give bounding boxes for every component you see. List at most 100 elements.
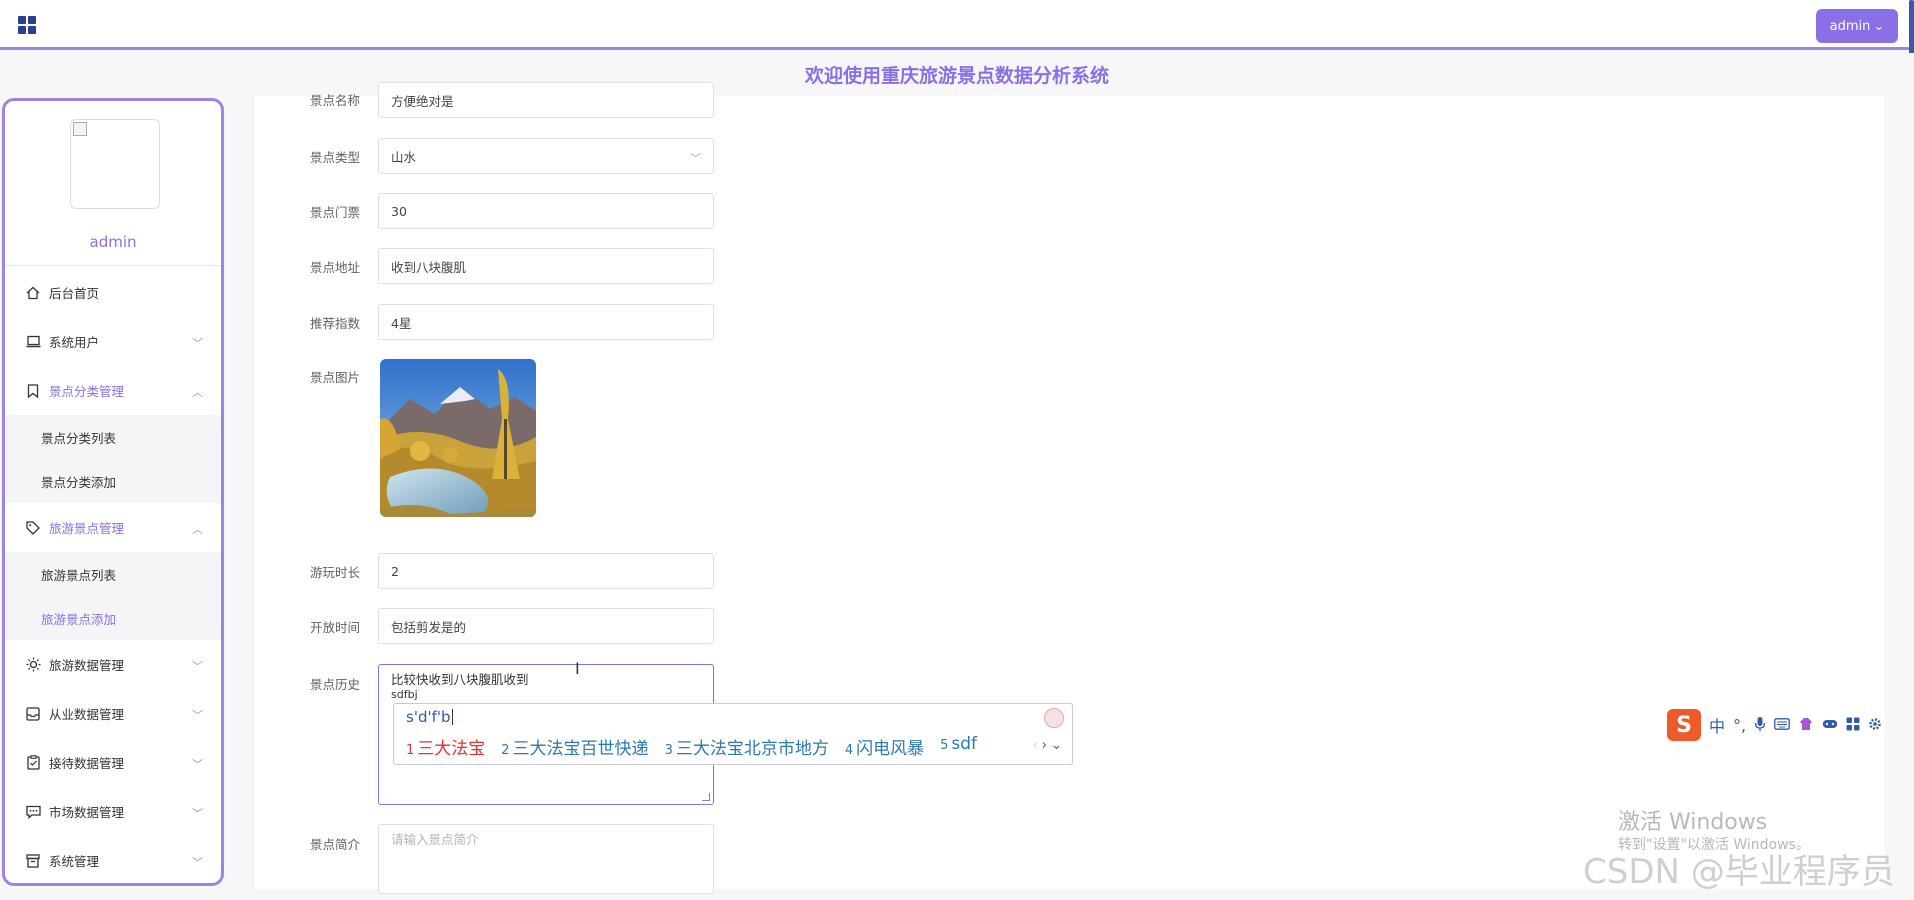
microphone-icon[interactable] (1754, 716, 1766, 735)
address-input[interactable]: 收到八块腹肌 (378, 248, 714, 284)
ime-candidates: 1 三大法宝 2 三大法宝百世快递 3 三大法宝北京市地方 4 闪电风暴 5 sdf (406, 734, 977, 759)
sidebar-item-system-users[interactable]: 系统用户 ﹀ (5, 317, 221, 366)
chevron-down-icon: ﹀ (192, 660, 203, 673)
top-bar: admin ⌄ (0, 0, 1914, 50)
chevron-down-icon[interactable]: ⌄ (1051, 738, 1062, 753)
sidebar-item-category-mgmt[interactable]: 景点分类管理 ︿ (5, 366, 221, 415)
spot-type-select[interactable]: 山水 ﹀ (378, 138, 714, 174)
ime-page-arrows[interactable]: ‹ › ⌄ (1032, 738, 1062, 753)
field-label: 景点类型 (309, 150, 360, 165)
sidebar-username: admin (89, 233, 137, 251)
sidebar-item-system-mgmt[interactable]: 系统管理 ﹀ (5, 836, 221, 883)
chevron-right-icon[interactable]: › (1042, 738, 1047, 753)
keyboard-icon[interactable] (1774, 717, 1790, 733)
sidebar-item-label: 市场数据管理 (49, 805, 125, 820)
chevron-down-icon: ﹀ (690, 152, 701, 165)
input-value: 方便绝对是 (391, 93, 454, 109)
sidebar-subitem-spot-list[interactable]: 旅游景点列表 (5, 552, 221, 596)
spot-image-upload[interactable] (380, 359, 536, 517)
sidebar-menu: 后台首页 系统用户 ﹀ 景点分类管理 ︿ 景点分类列表 景点分类添加 旅游景点管… (5, 268, 221, 883)
field-label: 游玩时长 (309, 565, 360, 580)
field-label: 景点门票 (309, 205, 360, 220)
textarea-line: sdfbj (391, 688, 418, 701)
menu-grid-icon[interactable] (18, 16, 36, 34)
chevron-down-icon: ﹀ (192, 337, 203, 350)
spot-name-input[interactable]: 方便绝对是 (378, 82, 714, 118)
field-label: 开放时间 (309, 620, 360, 635)
landscape-photo (380, 359, 536, 517)
chevron-down-icon: ﹀ (192, 709, 203, 722)
submenu-category: 景点分类列表 景点分类添加 (5, 415, 221, 503)
avatar (70, 119, 160, 209)
sidebar-subitem-spot-add[interactable]: 旅游景点添加 (5, 596, 221, 640)
input-value: 2 (391, 563, 399, 579)
laptop-icon (25, 334, 41, 350)
ime-toolbar: S 中 °, (1667, 709, 1914, 741)
chat-icon (25, 804, 41, 820)
home-icon (25, 285, 41, 301)
sogou-logo[interactable]: S (1667, 709, 1701, 741)
skin-icon[interactable] (1798, 716, 1814, 735)
field-label: 景点地址 (309, 260, 360, 275)
main-content: 景点名称 方便绝对是 景点类型 山水 ﹀ 景点门票 30 景点地址 收到八块腹肌… (253, 82, 1885, 894)
bookmark-icon (25, 383, 41, 399)
resize-handle-icon[interactable] (702, 793, 710, 801)
input-value: 收到八块腹肌 (391, 259, 467, 275)
sidebar-subitem-category-list[interactable]: 景点分类列表 (5, 415, 221, 459)
archive-icon (25, 853, 41, 869)
settings-icon[interactable] (1868, 717, 1882, 734)
chevron-down-icon: ﹀ (192, 807, 203, 820)
csdn-watermark: CSDN @毕业程序员 (1583, 852, 1895, 892)
sidebar-item-label: 从业数据管理 (49, 707, 125, 722)
chevron-up-icon: ︿ (192, 386, 203, 399)
ime-candidate[interactable]: 5 sdf (940, 734, 977, 759)
admin-dropdown-button[interactable]: admin ⌄ (1816, 9, 1898, 43)
window-scroll-handle[interactable] (1909, 0, 1914, 56)
intro-textarea[interactable]: 请输入景点简介 (378, 824, 714, 894)
ime-candidate[interactable]: 1 三大法宝 (406, 734, 485, 759)
sidebar-item-reception-data[interactable]: 接待数据管理 ﹀ (5, 738, 221, 787)
ime-skin-icon[interactable] (1044, 708, 1064, 728)
chevron-left-icon[interactable]: ‹ (1032, 738, 1037, 753)
input-value: 30 (391, 203, 407, 219)
chevron-down-icon: ﹀ (192, 758, 203, 771)
ime-candidate-window: s'd'f'b 1 三大法宝 2 三大法宝百世快递 3 三大法宝北京市地方 4 闪电风暴… (393, 703, 1073, 765)
rating-input[interactable]: 4星 (378, 304, 714, 340)
clipboard-icon (25, 755, 41, 771)
chevron-up-icon: ︿ (192, 523, 203, 536)
ime-candidate[interactable]: 2 三大法宝百世快递 (501, 734, 648, 759)
input-value: 4星 (391, 315, 412, 331)
field-label: 景点图片 (309, 370, 360, 385)
sun-icon (25, 657, 41, 673)
field-label: 推荐指数 (309, 316, 360, 331)
sidebar-item-label: 系统管理 (49, 854, 100, 869)
sidebar-item-market-data[interactable]: 市场数据管理 ﹀ (5, 787, 221, 836)
ime-candidate[interactable]: 3 三大法宝北京市地方 (665, 734, 829, 759)
apps-icon[interactable] (1846, 717, 1860, 734)
tag-icon (25, 520, 41, 536)
sidebar-item-label: 接待数据管理 (49, 756, 125, 771)
sidebar-item-label: 旅游数据管理 (49, 658, 125, 673)
field-label: 景点名称 (309, 93, 360, 108)
chevron-down-icon: ﹀ (192, 856, 203, 869)
sidebar-item-employment-data[interactable]: 从业数据管理 ﹀ (5, 689, 221, 738)
ticket-price-input[interactable]: 30 (378, 193, 714, 229)
text-cursor-icon: I (575, 659, 580, 678)
sidebar-item-label: 旅游景点管理 (49, 521, 125, 536)
ime-candidate[interactable]: 4 闪电风暴 (845, 734, 924, 759)
windows-activation-title: 激活 Windows (1618, 810, 1768, 835)
admin-label: admin (1829, 18, 1871, 34)
system-title: 欢迎使用重庆旅游景点数据分析系统 (804, 65, 1109, 87)
field-label: 景点历史 (309, 677, 360, 692)
divider (5, 265, 221, 266)
sidebar-subitem-category-add[interactable]: 景点分类添加 (5, 459, 221, 503)
ime-punct-toggle[interactable]: °, (1733, 716, 1746, 735)
open-time-input[interactable]: 包括剪发是的 (378, 608, 714, 644)
sidebar-item-spot-mgmt[interactable]: 旅游景点管理 ︿ (5, 503, 221, 552)
gamepad-icon[interactable] (1822, 718, 1838, 733)
ime-lang-toggle[interactable]: 中 (1709, 713, 1725, 737)
duration-input[interactable]: 2 (378, 553, 714, 589)
sidebar: admin 后台首页 系统用户 ﹀ 景点分类管理 ︿ 景点分类列表 景点分类添加… (2, 98, 224, 886)
sidebar-item-home[interactable]: 后台首页 (5, 268, 221, 317)
sidebar-item-travel-data[interactable]: 旅游数据管理 ﹀ (5, 640, 221, 689)
